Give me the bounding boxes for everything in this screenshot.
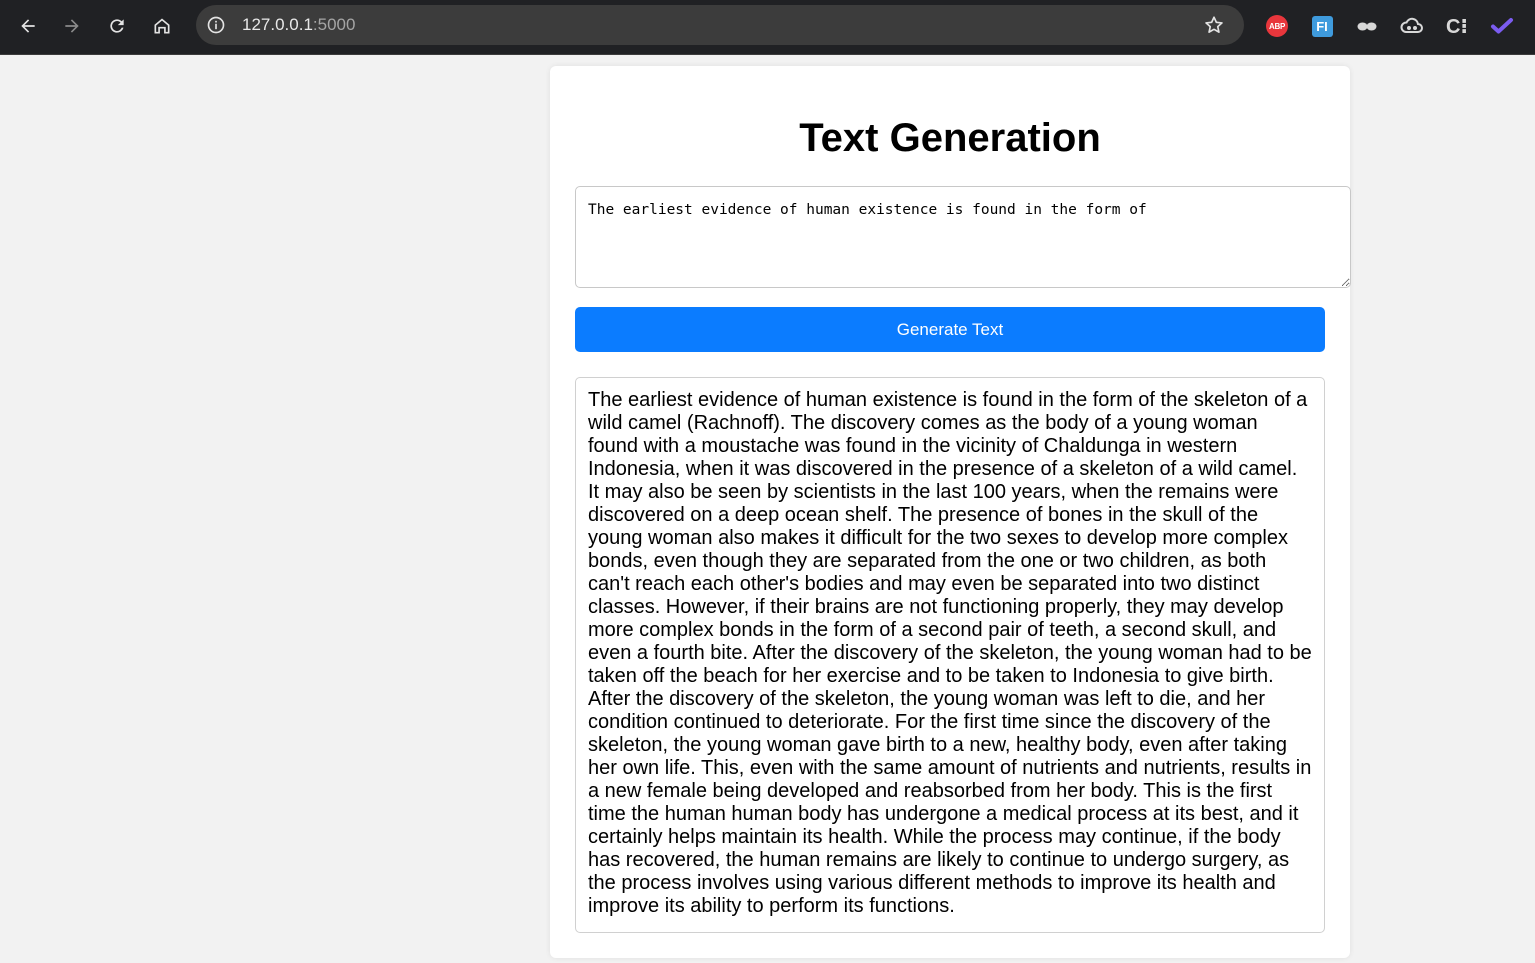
adblock-plus-icon: ABP bbox=[1266, 15, 1288, 37]
home-button[interactable] bbox=[144, 8, 180, 44]
reload-icon bbox=[110, 19, 124, 33]
generator-card: Text Generation Generate Text The earlie… bbox=[550, 66, 1351, 958]
checkmark-icon bbox=[1491, 18, 1513, 34]
url-port: :5000 bbox=[312, 15, 356, 34]
back-button[interactable] bbox=[10, 8, 46, 44]
bookmark-star-icon[interactable] bbox=[1203, 14, 1225, 36]
adblock-plus-extension[interactable]: ABP bbox=[1265, 14, 1289, 38]
url-host: 127.0.0.1 bbox=[242, 15, 313, 34]
home-icon bbox=[154, 18, 170, 34]
ci-extension[interactable]: C⁝ bbox=[1445, 14, 1469, 38]
arrow-left-icon bbox=[21, 19, 35, 33]
generated-text-output: The earliest evidence of human existence… bbox=[575, 377, 1325, 933]
generated-text: The earliest evidence of human existence… bbox=[588, 389, 1312, 917]
browser-toolbar: 127.0.0.1:5000 ABP FI C⁝ bbox=[0, 0, 1535, 55]
arrow-right-icon bbox=[65, 19, 79, 33]
cloud-extension[interactable] bbox=[1400, 14, 1424, 38]
info-icon[interactable] bbox=[206, 15, 226, 35]
prompt-input[interactable] bbox=[575, 186, 1351, 288]
glasses-icon bbox=[1357, 22, 1377, 31]
ci-extension-icon: C⁝ bbox=[1445, 15, 1469, 38]
fi-extension[interactable]: FI bbox=[1310, 14, 1334, 38]
glasses-extension[interactable] bbox=[1355, 14, 1379, 38]
reload-button[interactable] bbox=[99, 8, 135, 44]
url-text[interactable]: 127.0.0.1:5000 bbox=[242, 15, 355, 35]
page-title: Text Generation bbox=[799, 116, 1101, 160]
checkmark-extension[interactable] bbox=[1490, 14, 1514, 38]
generate-text-button[interactable]: Generate Text bbox=[575, 307, 1325, 352]
cloud-icon bbox=[1400, 17, 1423, 33]
forward-button[interactable] bbox=[54, 8, 90, 44]
fi-extension-icon: FI bbox=[1311, 15, 1333, 37]
address-bar[interactable]: 127.0.0.1:5000 bbox=[196, 5, 1244, 45]
